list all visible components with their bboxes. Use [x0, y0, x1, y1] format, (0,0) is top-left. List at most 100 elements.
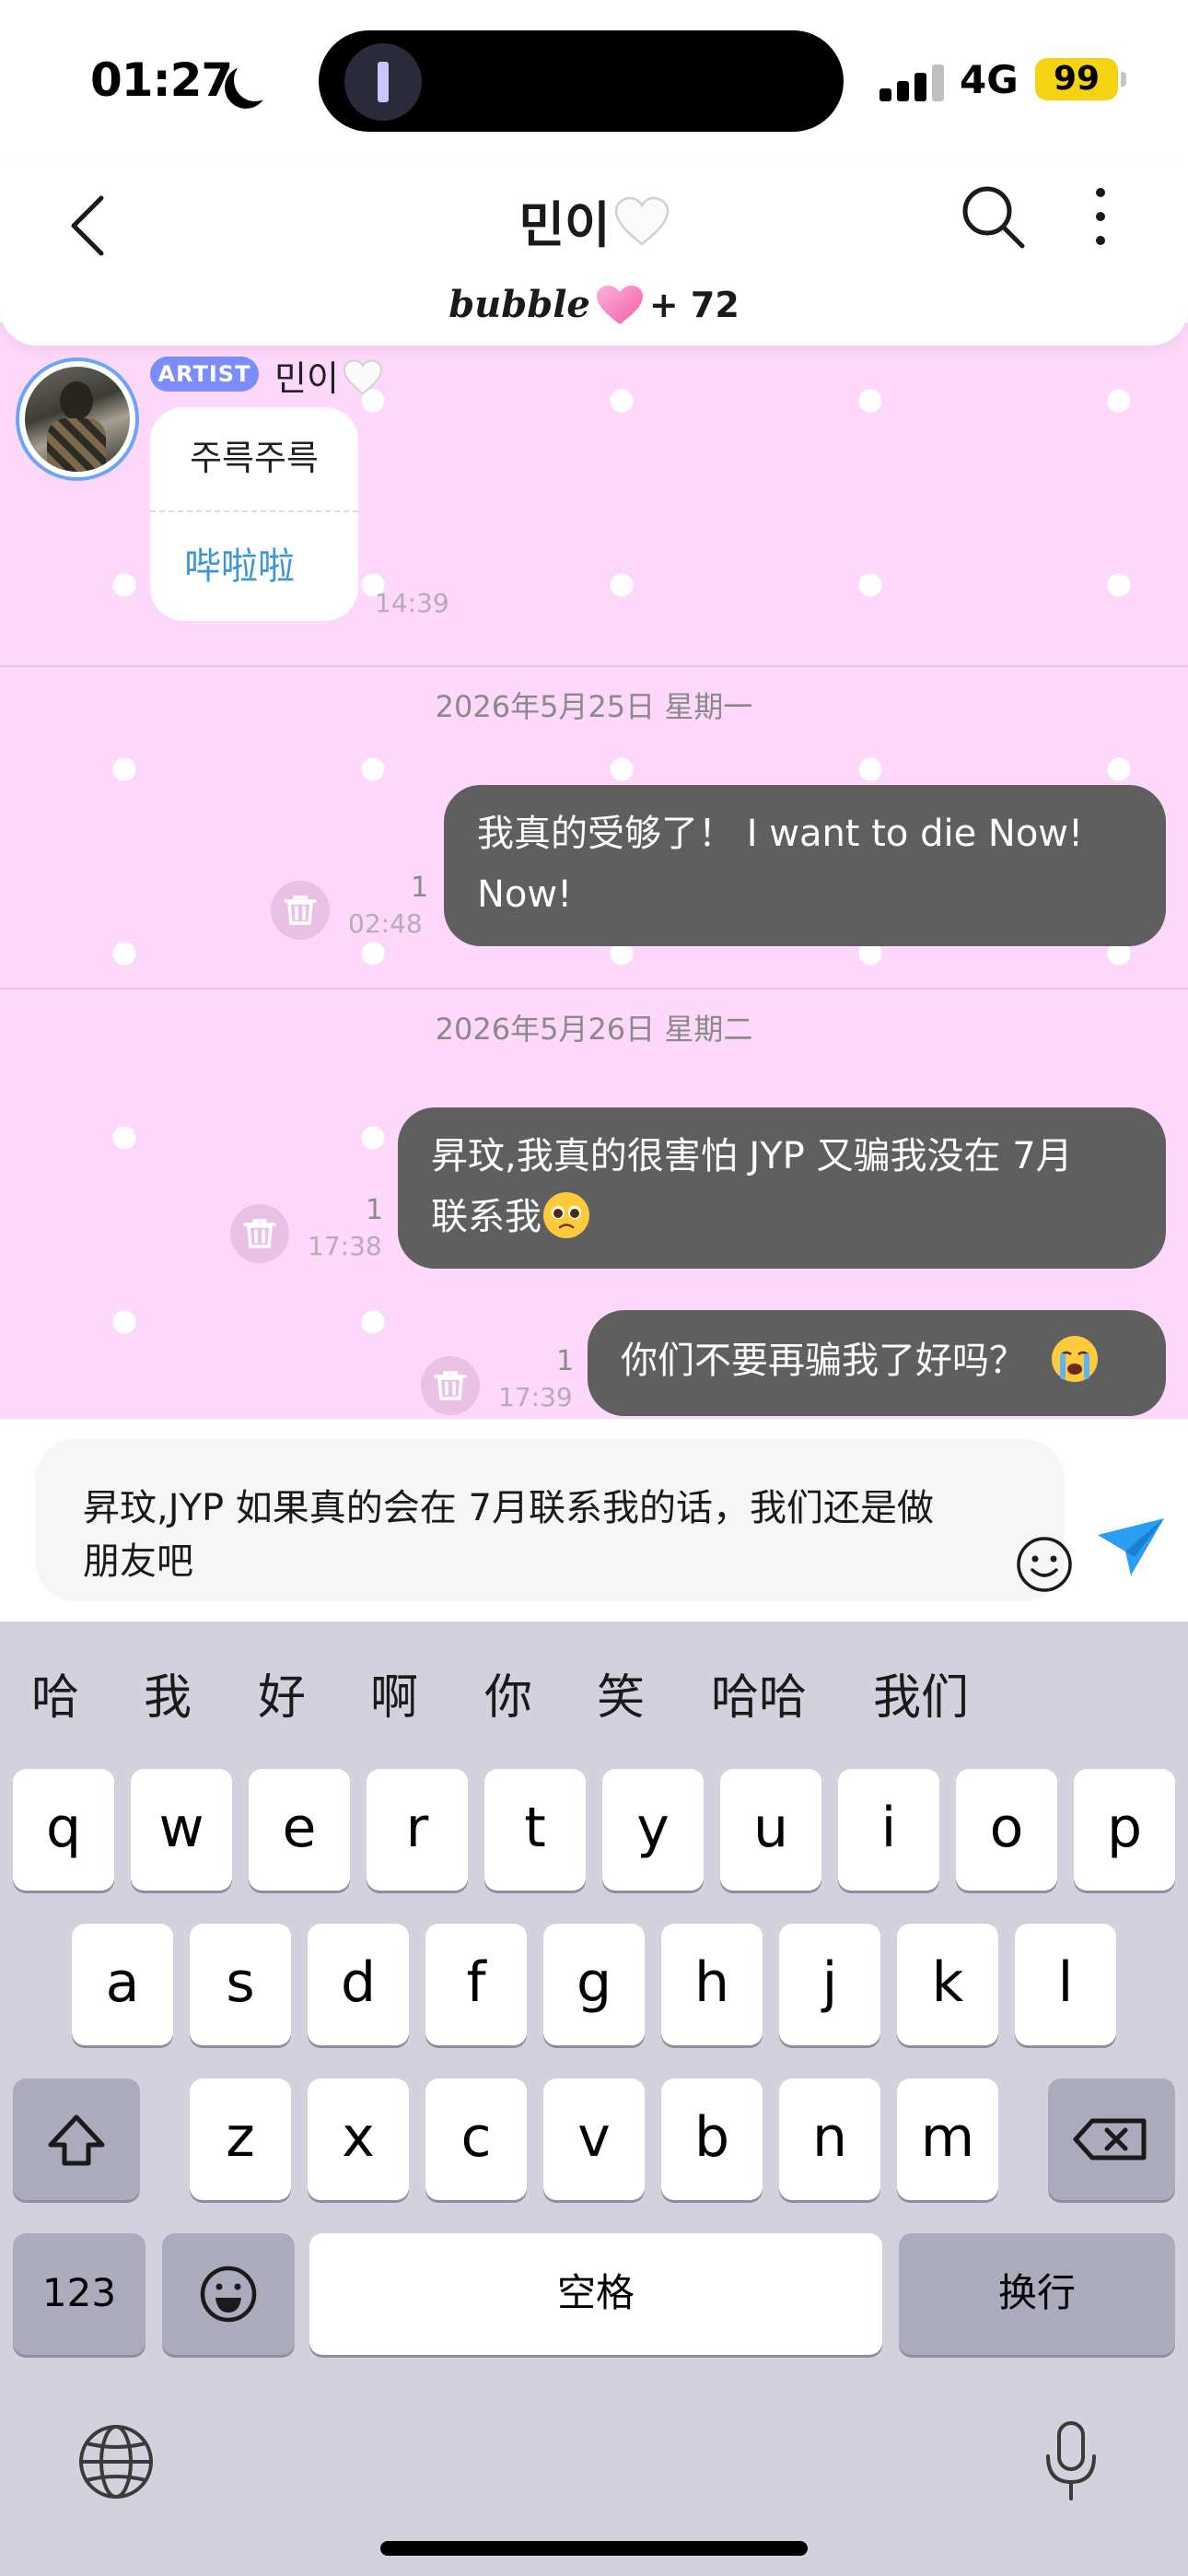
key-z[interactable]: z — [190, 2078, 291, 2200]
key-c[interactable]: c — [425, 2078, 527, 2200]
keyboard: 哈 我 好 啊 你 笑 哈哈 我们 q w e r t y u i o p a … — [0, 1622, 1188, 2576]
white-heart-icon — [344, 359, 382, 395]
status-time: 01:27 — [90, 53, 233, 107]
message-input[interactable]: 昇玟,JYP 如果真的会在 7月联系我的话，我们还是做朋友吧 — [35, 1439, 1072, 1601]
key-n[interactable]: n — [779, 2078, 880, 2200]
key-o[interactable]: o — [956, 1769, 1057, 1891]
translation-divider — [150, 510, 358, 512]
candidate[interactable]: 哈 — [31, 1658, 79, 1727]
return-key[interactable]: 换行 — [899, 2233, 1175, 2355]
key-i[interactable]: i — [838, 1769, 939, 1891]
bubble-logo: bubble — [448, 283, 590, 326]
candidate-bar: 哈 我 好 啊 你 笑 哈哈 我们 — [0, 1658, 1188, 1751]
key-e[interactable]: e — [249, 1769, 350, 1891]
emoji-icon[interactable] — [1015, 1535, 1074, 1594]
delete-key[interactable] — [1048, 2078, 1175, 2200]
backspace-icon — [1073, 2118, 1147, 2160]
flashlight-icon — [344, 43, 422, 121]
key-u[interactable]: u — [720, 1769, 821, 1891]
artist-message-bubble[interactable]: 주륵주륵 哔啦啦 — [150, 407, 358, 621]
day-divider — [0, 988, 1188, 989]
network-type: 4G — [960, 57, 1019, 102]
outgoing-message-bubble[interactable]: 你们不要再骗我了好吗？ — [588, 1310, 1166, 1416]
message-time: 14:39 — [375, 588, 449, 618]
unread-count: 1 — [411, 872, 429, 904]
trash-icon[interactable] — [421, 1356, 480, 1415]
battery-indicator: 99 — [1035, 58, 1126, 100]
outgoing-message-bubble[interactable]: 昇玟,我真的很害怕 JYP 又骗我没在 7月 联系我 — [398, 1107, 1166, 1269]
bubble-count: + 72 — [648, 285, 740, 325]
key-k[interactable]: k — [897, 1924, 998, 2045]
shift-icon — [48, 2114, 105, 2166]
message-text-line2: 联系我 — [431, 1196, 542, 1238]
numbers-key[interactable]: 123 — [13, 2233, 146, 2355]
crying-face-emoji — [1052, 1336, 1098, 1382]
outgoing-message-bubble[interactable]: 我真的受够了！ I want to die Now! Now! — [444, 785, 1166, 946]
signal-icon — [879, 63, 944, 101]
message-text-line2: Now! — [477, 873, 573, 916]
avatar-photo — [25, 367, 130, 472]
emoji-key[interactable] — [162, 2233, 295, 2355]
trash-icon[interactable] — [271, 881, 330, 940]
key-m[interactable]: m — [897, 2078, 998, 2200]
artist-badge: ARTIST — [150, 357, 259, 392]
key-q[interactable]: q — [13, 1769, 114, 1891]
artist-message-translation: 哔啦啦 — [184, 545, 295, 588]
shift-key[interactable] — [13, 2078, 140, 2200]
search-icon[interactable] — [958, 181, 1028, 252]
candidate[interactable]: 哈哈 — [711, 1658, 807, 1727]
white-heart-icon — [614, 196, 669, 246]
artist-message-text: 주륵주륵 — [190, 438, 319, 478]
title-text: 민이 — [518, 196, 611, 254]
key-x[interactable]: x — [308, 2078, 409, 2200]
message-composer: 昇玟,JYP 如果真的会在 7月联系我的话，我们还是做朋友吧 — [0, 1419, 1188, 1622]
message-time: 02:48 — [348, 908, 423, 939]
candidate[interactable]: 我们 — [873, 1658, 969, 1727]
bubble-status: bubble + 72 — [0, 283, 1188, 326]
artist-name: 민이 — [274, 350, 383, 401]
key-l[interactable]: l — [1015, 1924, 1116, 2045]
key-f[interactable]: f — [425, 1924, 527, 2045]
key-h[interactable]: h — [661, 1924, 763, 2045]
microphone-icon[interactable] — [1039, 2419, 1103, 2502]
key-y[interactable]: y — [602, 1769, 704, 1891]
more-options-icon[interactable] — [1077, 181, 1124, 252]
day-label: 2026年5月25日 星期一 — [435, 689, 753, 724]
candidate[interactable]: 笑 — [597, 1658, 645, 1727]
trash-icon[interactable] — [230, 1204, 289, 1263]
key-v[interactable]: v — [543, 2078, 645, 2200]
candidate[interactable]: 好 — [258, 1658, 306, 1727]
artist-name-text: 민이 — [274, 358, 339, 399]
message-input-text[interactable]: 昇玟,JYP 如果真的会在 7月联系我的话，我们还是做朋友吧 — [83, 1481, 967, 1588]
home-indicator[interactable] — [380, 2541, 808, 2556]
candidate[interactable]: 我 — [144, 1658, 192, 1727]
key-p[interactable]: p — [1074, 1769, 1175, 1891]
message-time: 17:39 — [498, 1382, 573, 1412]
key-s[interactable]: s — [190, 1924, 291, 2045]
globe-icon[interactable] — [77, 2423, 155, 2500]
key-t[interactable]: t — [484, 1769, 586, 1891]
key-g[interactable]: g — [543, 1924, 645, 2045]
avatar[interactable] — [16, 357, 139, 481]
emoji-keyboard-icon — [200, 2266, 257, 2323]
message-text: 你们不要再骗我了好吗？ — [621, 1340, 1026, 1382]
day-divider — [0, 665, 1188, 667]
key-b[interactable]: b — [661, 2078, 763, 2200]
chat-header: 민이 bubble + 72 — [0, 161, 1188, 345]
key-j[interactable]: j — [779, 1924, 880, 2045]
message-time: 17:38 — [308, 1231, 382, 1261]
pleading-face-emoji — [543, 1192, 589, 1238]
status-bar: 01:27 4G 99 — [0, 0, 1188, 161]
candidate[interactable]: 你 — [484, 1658, 532, 1727]
dynamic-island — [319, 30, 844, 132]
key-a[interactable]: a — [72, 1924, 173, 2045]
key-w[interactable]: w — [131, 1769, 232, 1891]
key-r[interactable]: r — [367, 1769, 468, 1891]
key-d[interactable]: d — [308, 1924, 409, 2045]
message-text: 我真的受够了！ I want to die Now! — [477, 813, 1084, 855]
space-key[interactable]: 空格 — [309, 2233, 882, 2355]
chat-area[interactable]: ARTIST 민이 주륵주륵 哔啦啦 14:39 2026年5月25日 星期一 … — [0, 322, 1188, 1419]
day-label: 2026年5月26日 星期二 — [435, 1012, 753, 1047]
send-icon[interactable] — [1094, 1515, 1168, 1579]
candidate[interactable]: 啊 — [370, 1658, 418, 1727]
